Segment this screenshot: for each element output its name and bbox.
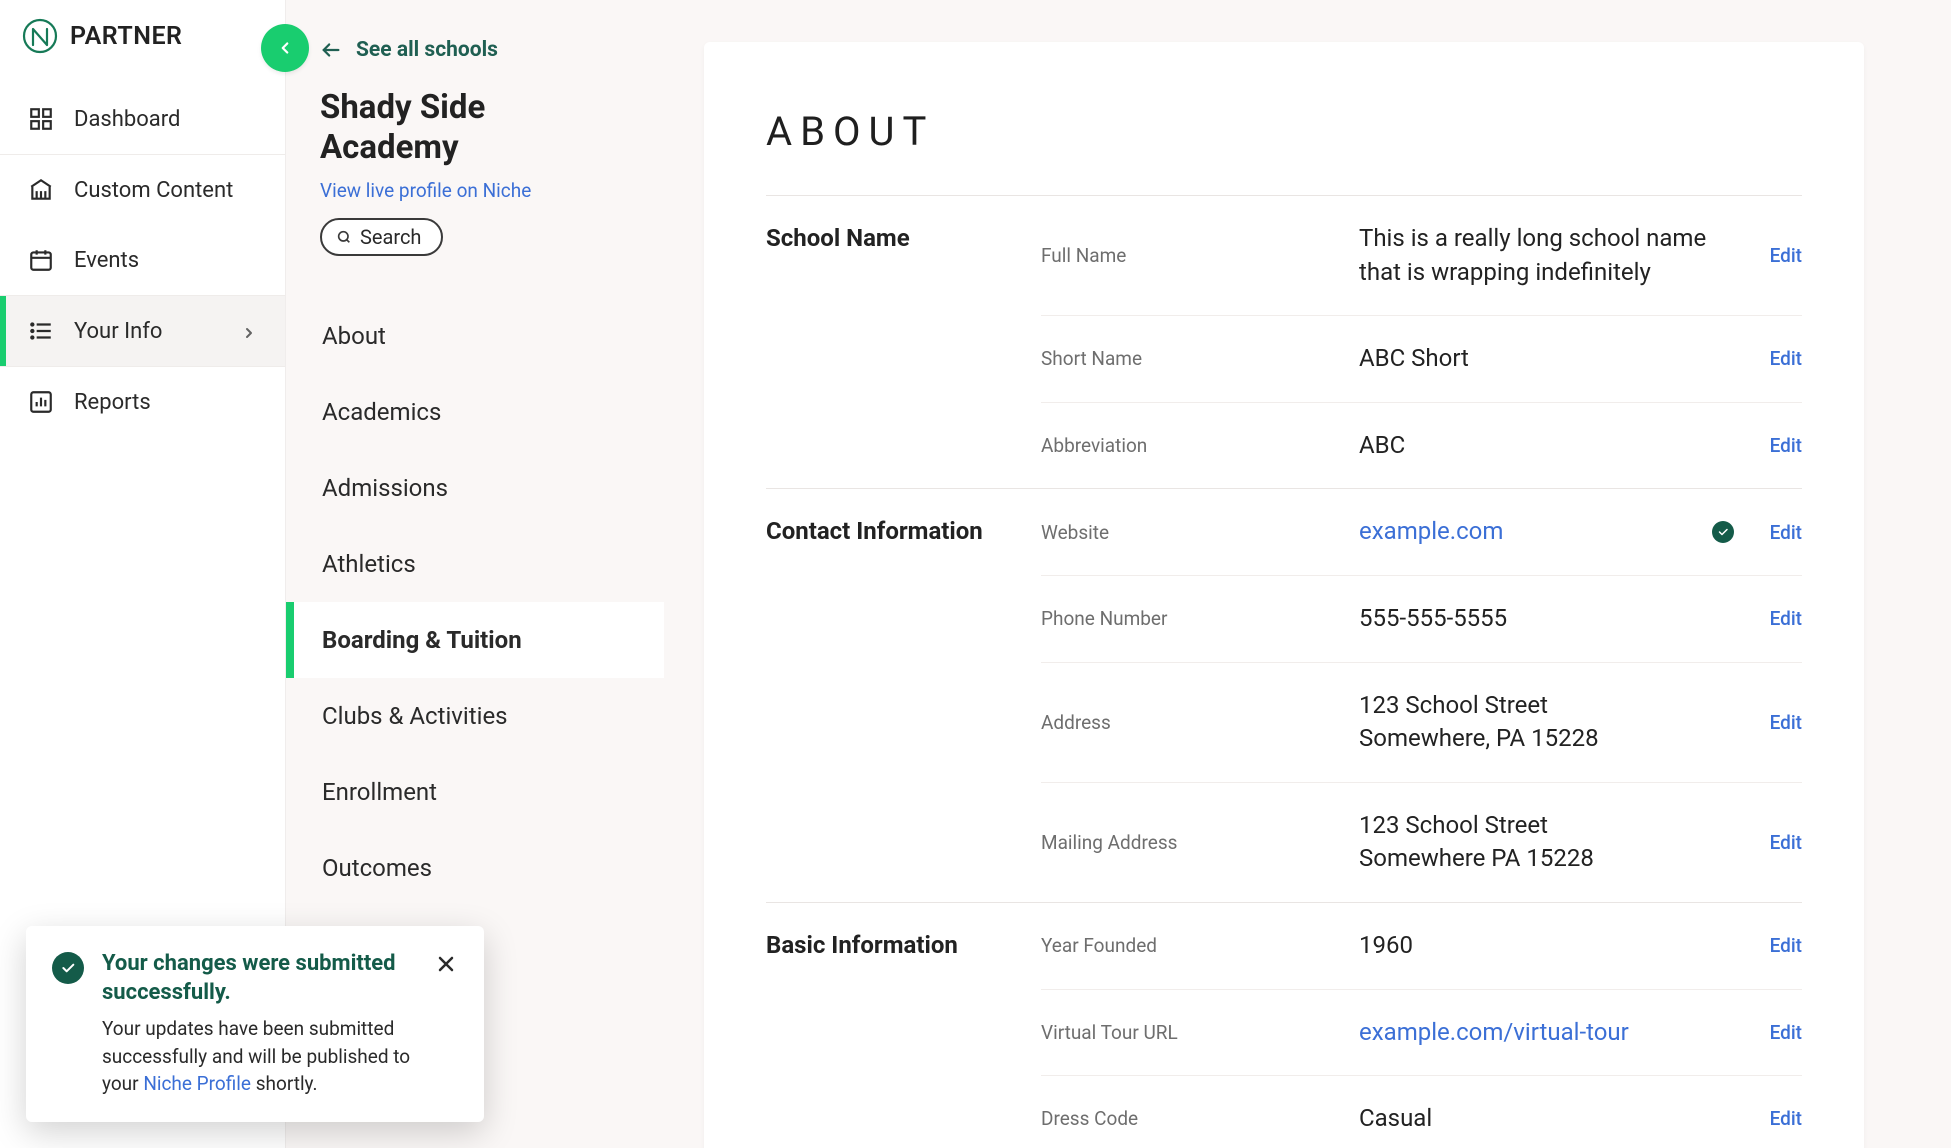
- edit-button[interactable]: Edit: [1760, 521, 1802, 544]
- school-name-heading: Shady Side Academy: [286, 80, 664, 169]
- subnav: About Academics Admissions Athletics Boa…: [286, 298, 664, 906]
- checkmark-circle-icon: [52, 952, 84, 984]
- edit-button[interactable]: Edit: [1760, 434, 1802, 457]
- row-dress-code: Dress Code Casual Edit: [1041, 1076, 1802, 1148]
- field-value: This is a really long school name that i…: [1359, 222, 1742, 289]
- calendar-icon: [28, 247, 54, 273]
- subnav-item-outcomes[interactable]: Outcomes: [286, 830, 664, 906]
- search-input[interactable]: Search: [320, 218, 443, 256]
- view-live-profile-link[interactable]: View live profile on Niche: [286, 169, 664, 206]
- section-heading: Basic Information: [766, 903, 1041, 1148]
- institution-icon: [28, 177, 54, 203]
- edit-button[interactable]: Edit: [1760, 244, 1802, 267]
- subnav-item-enrollment[interactable]: Enrollment: [286, 754, 664, 830]
- edit-button[interactable]: Edit: [1760, 934, 1802, 957]
- row-short-name: Short Name ABC Short Edit: [1041, 316, 1802, 403]
- field-value: Casual: [1359, 1102, 1742, 1136]
- field-label: Full Name: [1041, 244, 1341, 267]
- section-school-name: School Name Full Name This is a really l…: [766, 196, 1802, 489]
- row-full-name: Full Name This is a really long school n…: [1041, 196, 1802, 316]
- row-address: Address 123 School Street Somewhere, PA …: [1041, 663, 1802, 783]
- subnav-item-academics[interactable]: Academics: [286, 374, 664, 450]
- arrow-left-icon: [320, 39, 342, 61]
- nav-item-events[interactable]: Events: [0, 225, 285, 295]
- field-label: Address: [1041, 711, 1341, 734]
- field-label: Virtual Tour URL: [1041, 1021, 1341, 1044]
- card-title: ABOUT: [766, 108, 1802, 196]
- nav-label: Dashboard: [74, 107, 257, 132]
- row-virtual-tour-url: Virtual Tour URL example.com/virtual-tou…: [1041, 990, 1802, 1077]
- row-website: Website example.com Edit: [1041, 489, 1802, 576]
- edit-button[interactable]: Edit: [1760, 831, 1802, 854]
- field-label: Year Founded: [1041, 934, 1341, 957]
- edit-button[interactable]: Edit: [1760, 347, 1802, 370]
- field-value: ABC: [1359, 429, 1742, 463]
- field-value-link[interactable]: example.com: [1359, 515, 1694, 549]
- verified-badge-icon: [1712, 521, 1734, 543]
- section-heading: Contact Information: [766, 489, 1041, 902]
- toast-close-button[interactable]: [434, 952, 458, 976]
- brand-text: PARTNER: [70, 22, 182, 51]
- chevron-right-icon: [241, 323, 257, 339]
- field-label: Short Name: [1041, 347, 1341, 370]
- edit-button[interactable]: Edit: [1760, 607, 1802, 630]
- about-card: ABOUT School Name Full Name This is a re…: [704, 42, 1864, 1148]
- section-contact-information: Contact Information Website example.com …: [766, 489, 1802, 903]
- field-value: ABC Short: [1359, 342, 1742, 376]
- subnav-item-clubs-activities[interactable]: Clubs & Activities: [286, 678, 664, 754]
- row-phone: Phone Number 555-555-5555 Edit: [1041, 576, 1802, 663]
- subnav-item-boarding-tuition[interactable]: Boarding & Tuition: [286, 602, 664, 678]
- chevron-left-icon: [276, 39, 294, 57]
- brand-row: PARTNER: [0, 0, 285, 84]
- field-value: 555-555-5555: [1359, 602, 1742, 636]
- nav-item-reports[interactable]: Reports: [0, 367, 285, 437]
- section-basic-information: Basic Information Year Founded 1960 Edit…: [766, 903, 1802, 1148]
- field-label: Website: [1041, 521, 1341, 544]
- nav-label: Events: [74, 248, 257, 273]
- field-label: Abbreviation: [1041, 434, 1341, 457]
- search-icon: [336, 229, 352, 245]
- nav-label: Your Info: [74, 319, 221, 344]
- toast-body: Your changes were submitted successfully…: [102, 950, 416, 1098]
- nav-item-custom-content[interactable]: Custom Content: [0, 155, 285, 225]
- edit-button[interactable]: Edit: [1760, 1021, 1802, 1044]
- brand-logo-icon: [22, 18, 58, 54]
- search-placeholder: Search: [360, 225, 421, 249]
- niche-profile-link[interactable]: Niche Profile: [143, 1072, 251, 1095]
- collapse-sidebar-button[interactable]: [261, 24, 309, 72]
- section-heading: School Name: [766, 196, 1041, 488]
- bar-chart-icon: [28, 389, 54, 415]
- edit-button[interactable]: Edit: [1760, 1107, 1802, 1130]
- main-panel: ABOUT School Name Full Name This is a re…: [664, 0, 1951, 1148]
- field-label: Dress Code: [1041, 1107, 1341, 1130]
- back-to-all-schools-link[interactable]: See all schools: [286, 10, 664, 80]
- nav-item-dashboard[interactable]: Dashboard: [0, 84, 285, 154]
- subnav-item-about[interactable]: About: [286, 298, 664, 374]
- toast-title: Your changes were submitted successfully…: [102, 950, 416, 1007]
- list-icon: [28, 318, 54, 344]
- success-toast: Your changes were submitted successfully…: [26, 926, 484, 1122]
- nav-item-your-info[interactable]: Your Info: [0, 296, 285, 366]
- toast-text: Your updates have been submitted success…: [102, 1015, 416, 1098]
- row-abbreviation: Abbreviation ABC Edit: [1041, 403, 1802, 489]
- field-value: 123 School Street Somewhere, PA 15228: [1359, 689, 1742, 756]
- field-value-link[interactable]: example.com/virtual-tour: [1359, 1016, 1742, 1050]
- row-mailing-address: Mailing Address 123 School Street Somewh…: [1041, 783, 1802, 902]
- field-label: Mailing Address: [1041, 831, 1341, 854]
- subnav-item-admissions[interactable]: Admissions: [286, 450, 664, 526]
- field-value: 123 School Street Somewhere PA 15228: [1359, 809, 1742, 876]
- row-year-founded: Year Founded 1960 Edit: [1041, 903, 1802, 990]
- dashboard-icon: [28, 106, 54, 132]
- nav-label: Custom Content: [74, 178, 257, 203]
- subnav-item-athletics[interactable]: Athletics: [286, 526, 664, 602]
- field-value: 1960: [1359, 929, 1742, 963]
- back-link-label: See all schools: [356, 38, 498, 62]
- close-icon: [434, 952, 458, 976]
- field-label: Phone Number: [1041, 607, 1341, 630]
- edit-button[interactable]: Edit: [1760, 711, 1802, 734]
- nav-label: Reports: [74, 390, 257, 415]
